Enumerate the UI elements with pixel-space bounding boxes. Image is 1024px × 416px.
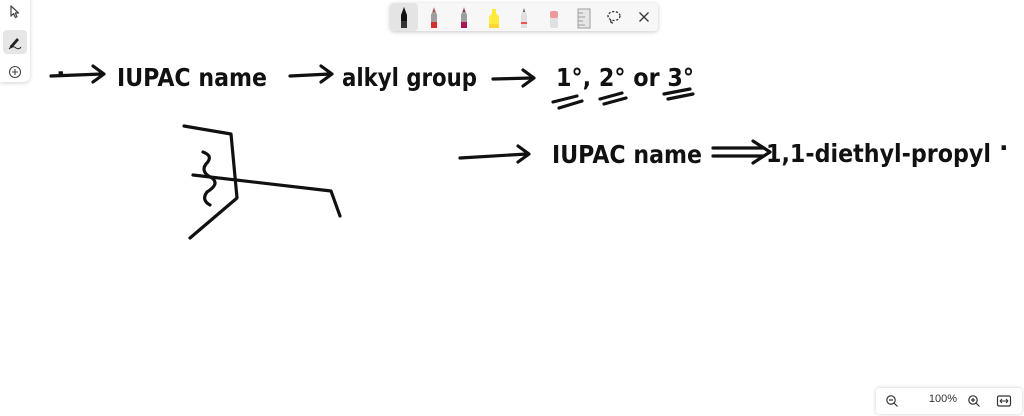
ink-dot: . <box>56 53 66 82</box>
fit-width-icon[interactable] <box>994 391 1014 411</box>
arrow-1-shaft <box>49 72 104 78</box>
pen-toolbar <box>390 3 658 31</box>
zoom-in-icon[interactable] <box>964 391 984 411</box>
underline-3b <box>666 92 695 101</box>
underline-2b <box>602 96 628 106</box>
zoom-level: 100% <box>928 393 958 405</box>
ink-alkyl-group: alkyl group <box>342 63 477 92</box>
ink-answer-name: 1,1-diethyl-propyl <box>766 139 991 168</box>
crimson-pen-icon[interactable] <box>450 3 478 31</box>
ink-degree-options: 1°, 2° or 3° <box>556 63 694 92</box>
lasso-icon[interactable] <box>600 3 628 31</box>
close-icon[interactable] <box>630 3 658 31</box>
pencil-icon[interactable] <box>510 3 538 31</box>
underline-1a <box>551 94 579 104</box>
draw-pen-icon[interactable] <box>3 30 27 54</box>
eraser-icon[interactable] <box>540 3 568 31</box>
ink-line-2: IUPAC name 1,1-diethyl-propyl . <box>458 127 1009 169</box>
red-pen-icon[interactable] <box>420 3 448 31</box>
arrow-3-shaft <box>491 76 534 81</box>
ink-iupac-name-2: IUPAC name <box>552 140 702 169</box>
ink-canvas[interactable]: . IUPAC name alkyl group 1°, 2° or 3° IU… <box>0 0 1024 416</box>
zoom-bar: 100% <box>876 388 1022 414</box>
add-icon[interactable] <box>3 60 27 84</box>
left-toolbar <box>0 0 30 82</box>
arrow-4-shaft <box>458 152 529 160</box>
black-pen-icon[interactable] <box>390 3 418 31</box>
underline-1b <box>557 99 584 110</box>
ink-iupac-name-1: IUPAC name <box>117 63 267 92</box>
ink-line-1: . IUPAC name alkyl group 1°, 2° or 3° <box>49 53 695 110</box>
zoom-out-icon[interactable] <box>882 391 902 411</box>
arrow-2-shaft <box>288 72 332 78</box>
underline-2a <box>598 91 624 101</box>
ruler-icon[interactable] <box>570 3 598 31</box>
select-icon[interactable] <box>3 0 27 24</box>
ink-trailing-dot: . <box>999 127 1009 156</box>
skeletal-structure-drawing <box>182 124 342 240</box>
yellow-highlighter-icon[interactable] <box>480 3 508 31</box>
